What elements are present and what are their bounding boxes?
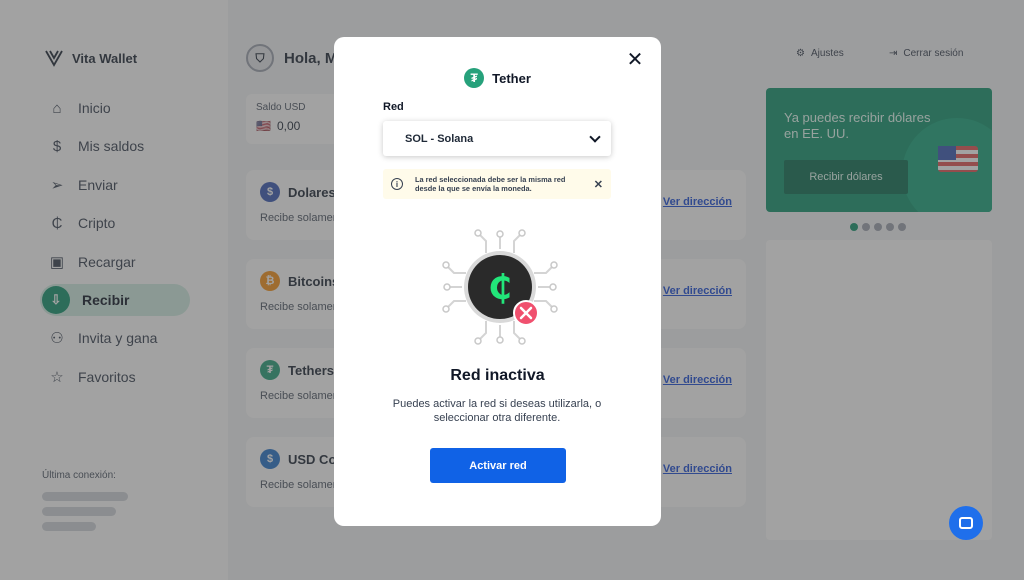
svg-text:₵: ₵ <box>488 268 512 308</box>
close-icon[interactable]: ✕ <box>625 50 645 70</box>
inactive-network-illustration: ₵ <box>442 229 558 345</box>
warning-text: La red seleccionada debe ser la misma re… <box>415 175 566 193</box>
info-icon: i <box>391 178 403 190</box>
tether-icon: ₮ <box>464 68 485 88</box>
modal-description: Puedes activar la red si deseas utilizar… <box>392 398 602 424</box>
network-selected-value: SOL - Solana <box>405 132 474 145</box>
chat-icon <box>959 517 973 529</box>
modal-header: ₮ Tether <box>334 68 661 88</box>
activate-network-button[interactable]: Activar red <box>430 448 566 483</box>
dismiss-warning-icon[interactable]: ✕ <box>594 178 603 191</box>
inactive-network-modal: ✕ ₮ Tether Red SOL - Solana i La red sel… <box>334 37 661 526</box>
network-warning: i La red seleccionada debe ser la misma … <box>383 169 611 199</box>
modal-title: Red inactiva <box>450 367 545 384</box>
network-label: Red <box>383 101 404 113</box>
chevron-down-icon <box>589 130 601 143</box>
coin-name: Tether <box>492 70 531 86</box>
chat-launcher-button[interactable] <box>949 506 983 540</box>
network-select[interactable]: SOL - Solana <box>383 121 611 156</box>
